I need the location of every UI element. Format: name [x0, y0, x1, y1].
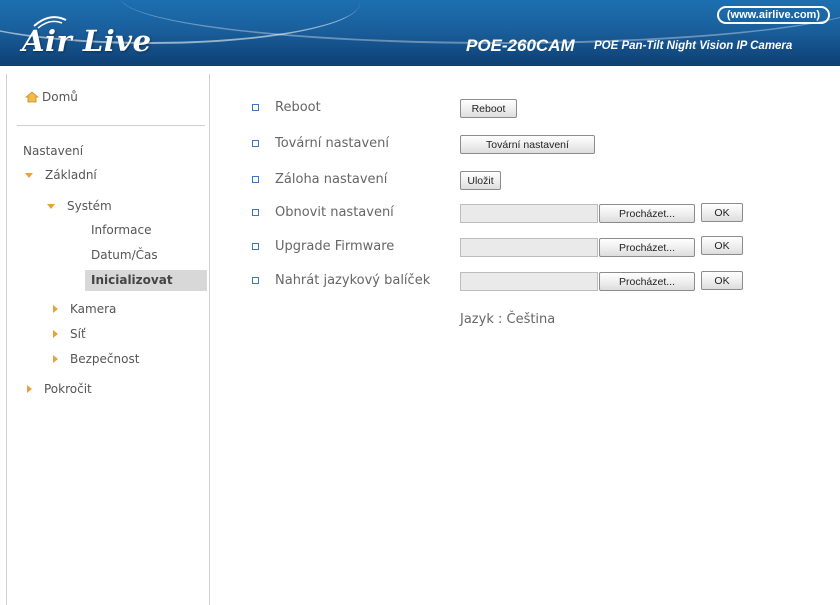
language-ok-button[interactable]: OK — [701, 271, 743, 290]
language-row: Nahrát jazykový balíček — [252, 273, 430, 288]
factory-label: Tovární nastavení — [275, 136, 390, 151]
checkbox-bullet-icon — [252, 104, 259, 111]
arrow-down-icon — [47, 203, 55, 209]
firmware-file-input[interactable] — [460, 238, 598, 257]
restore-browse-button[interactable]: Procházet... — [599, 204, 695, 223]
sidebar-item-label: Síť — [70, 327, 86, 341]
firmware-row: Upgrade Firmware — [252, 239, 394, 254]
sidebar-item-label: Systém — [67, 199, 112, 213]
sidebar-item-label: Kamera — [70, 302, 117, 316]
header-banner: Air Live (www.airlive.com) POE-260CAM PO… — [0, 0, 840, 66]
sidebar-item-datum[interactable]: Datum/Čas — [91, 248, 158, 262]
language-browse-button[interactable]: Procházet... — [599, 272, 695, 291]
checkbox-bullet-icon — [252, 176, 259, 183]
sidebar-divider — [17, 125, 205, 126]
arrow-right-icon — [53, 305, 58, 313]
restore-label: Obnovit nastavení — [275, 205, 394, 220]
airlive-logo[interactable]: Air Live — [22, 24, 152, 58]
sidebar-section-title: Nastavení — [23, 144, 84, 158]
firmware-label: Upgrade Firmware — [275, 239, 395, 254]
backup-label: Záloha nastavení — [275, 172, 388, 187]
model-name: POE-260CAM — [466, 36, 575, 55]
arrow-right-icon — [53, 330, 58, 338]
sidebar-item-sit[interactable]: Síť — [53, 327, 86, 341]
sidebar-item-bezpecnost[interactable]: Bezpečnost — [53, 352, 139, 366]
firmware-ok-button[interactable]: OK — [701, 236, 743, 255]
home-link[interactable]: Domů — [25, 90, 78, 104]
factory-row: Tovární nastavení — [252, 136, 389, 151]
sidebar-item-pokrocit[interactable]: Pokročit — [27, 382, 92, 396]
home-label: Domů — [42, 90, 78, 104]
checkbox-bullet-icon — [252, 209, 259, 216]
sidebar-item-zakladni[interactable]: Základní — [25, 168, 97, 182]
language-label: Nahrát jazykový balíček — [275, 273, 431, 288]
model-description: POE Pan-Tilt Night Vision IP Camera — [594, 40, 793, 52]
sidebar-item-label: Základní — [45, 168, 97, 182]
sidebar: Domů Nastavení Základní Systém Informace… — [6, 74, 210, 605]
arrow-down-icon — [25, 172, 33, 178]
backup-row: Záloha nastavení — [252, 172, 387, 187]
language-file-input[interactable] — [460, 272, 598, 291]
firmware-browse-button[interactable]: Procházet... — [599, 238, 695, 257]
home-icon — [25, 91, 39, 103]
arrow-right-icon — [53, 355, 58, 363]
factory-reset-button[interactable]: Tovární nastavení — [460, 135, 595, 154]
sidebar-item-kamera[interactable]: Kamera — [53, 302, 116, 316]
sidebar-item-inicializovat[interactable]: Inicializovat — [91, 273, 173, 287]
sidebar-item-system[interactable]: Systém — [47, 199, 112, 213]
restore-row: Obnovit nastavení — [252, 205, 394, 220]
sidebar-item-label: Pokročit — [44, 382, 92, 396]
arrow-right-icon — [27, 385, 32, 393]
website-link[interactable]: (www.airlive.com) — [716, 6, 830, 24]
reboot-label: Reboot — [275, 100, 321, 115]
reboot-button[interactable]: Reboot — [460, 99, 517, 118]
sidebar-item-label: Bezpečnost — [70, 352, 140, 366]
checkbox-bullet-icon — [252, 277, 259, 284]
reboot-row: Reboot — [252, 100, 321, 115]
restore-ok-button[interactable]: OK — [701, 203, 743, 222]
backup-save-button[interactable]: Uložit — [460, 171, 501, 190]
restore-file-input[interactable] — [460, 204, 598, 223]
sidebar-item-informace[interactable]: Informace — [91, 223, 151, 237]
checkbox-bullet-icon — [252, 140, 259, 147]
current-language-text: Jazyk : Čeština — [460, 312, 556, 327]
checkbox-bullet-icon — [252, 243, 259, 250]
